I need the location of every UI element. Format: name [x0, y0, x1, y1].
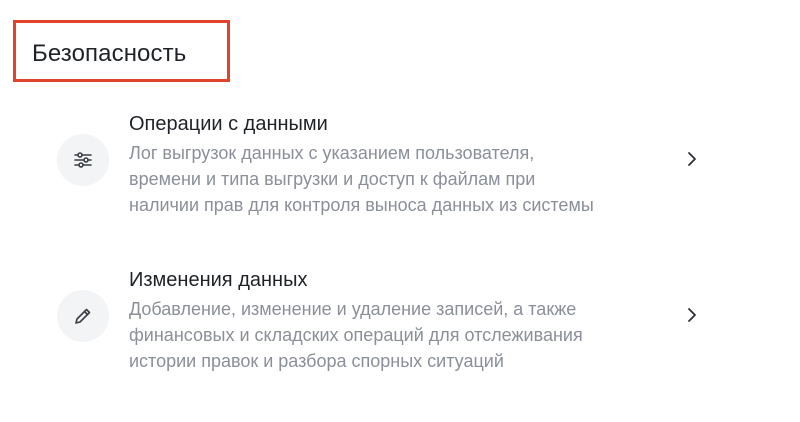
- item-description: Добавление, изменение и удаление записей…: [129, 296, 669, 374]
- item-icon-container: [57, 290, 109, 342]
- chevron-right-icon[interactable]: [685, 150, 699, 168]
- item-description-line: времени и типа выгрузки и доступ к файла…: [129, 169, 536, 189]
- pencil-icon: [75, 308, 91, 324]
- item-description-line: истории правок и разбора спорных ситуаци…: [129, 351, 504, 371]
- list-item-data-operations[interactable]: Операции с данными Лог выгрузок данных с…: [57, 106, 717, 226]
- item-icon-container: [57, 134, 109, 186]
- sliders-icon: [74, 152, 92, 168]
- item-description: Лог выгрузок данных с указанием пользова…: [129, 140, 669, 218]
- list-item-data-changes[interactable]: Изменения данных Добавление, изменение и…: [57, 262, 717, 382]
- item-description-line: наличии прав для контроля выноса данных …: [129, 195, 594, 215]
- item-description-line: финансовых и складских операций для отсл…: [129, 325, 583, 345]
- item-title: Операции с данными: [129, 113, 328, 135]
- item-description-line: Добавление, изменение и удаление записей…: [129, 299, 577, 319]
- chevron-right-icon[interactable]: [685, 306, 699, 324]
- item-description-line: Лог выгрузок данных с указанием пользова…: [129, 143, 535, 163]
- item-title: Изменения данных: [129, 269, 308, 291]
- section-title: Безопасность: [32, 40, 187, 67]
